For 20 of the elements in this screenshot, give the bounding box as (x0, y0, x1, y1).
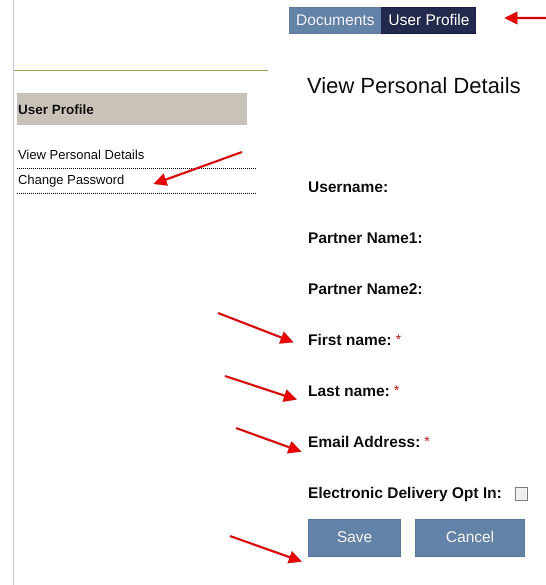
annotation-arrow (504, 11, 546, 25)
nav-tab[interactable]: User Profile (381, 7, 476, 34)
required-mark: * (424, 433, 430, 449)
field-label: Partner Name1: (308, 230, 423, 248)
field-label: Username: (308, 179, 388, 197)
required-mark: * (396, 331, 402, 347)
save-button[interactable]: Save (308, 519, 401, 557)
sidebar-header: User Profile (17, 93, 247, 125)
field-label: Partner Name2: (308, 281, 423, 299)
page-title: View Personal Details (307, 73, 522, 99)
field-label: Last name: (308, 383, 390, 401)
sidebar-link[interactable]: View Personal Details (17, 144, 256, 169)
sidebar-link[interactable]: Change Password (17, 169, 256, 194)
checkbox[interactable] (514, 487, 528, 501)
field-label: Electronic Delivery Opt In: (308, 485, 502, 503)
required-mark: * (394, 382, 400, 398)
cancel-button[interactable]: Cancel (415, 519, 525, 557)
field-label: Email Address: (308, 434, 420, 452)
annotation-arrow (236, 426, 302, 454)
field-label: First name: (308, 332, 392, 350)
